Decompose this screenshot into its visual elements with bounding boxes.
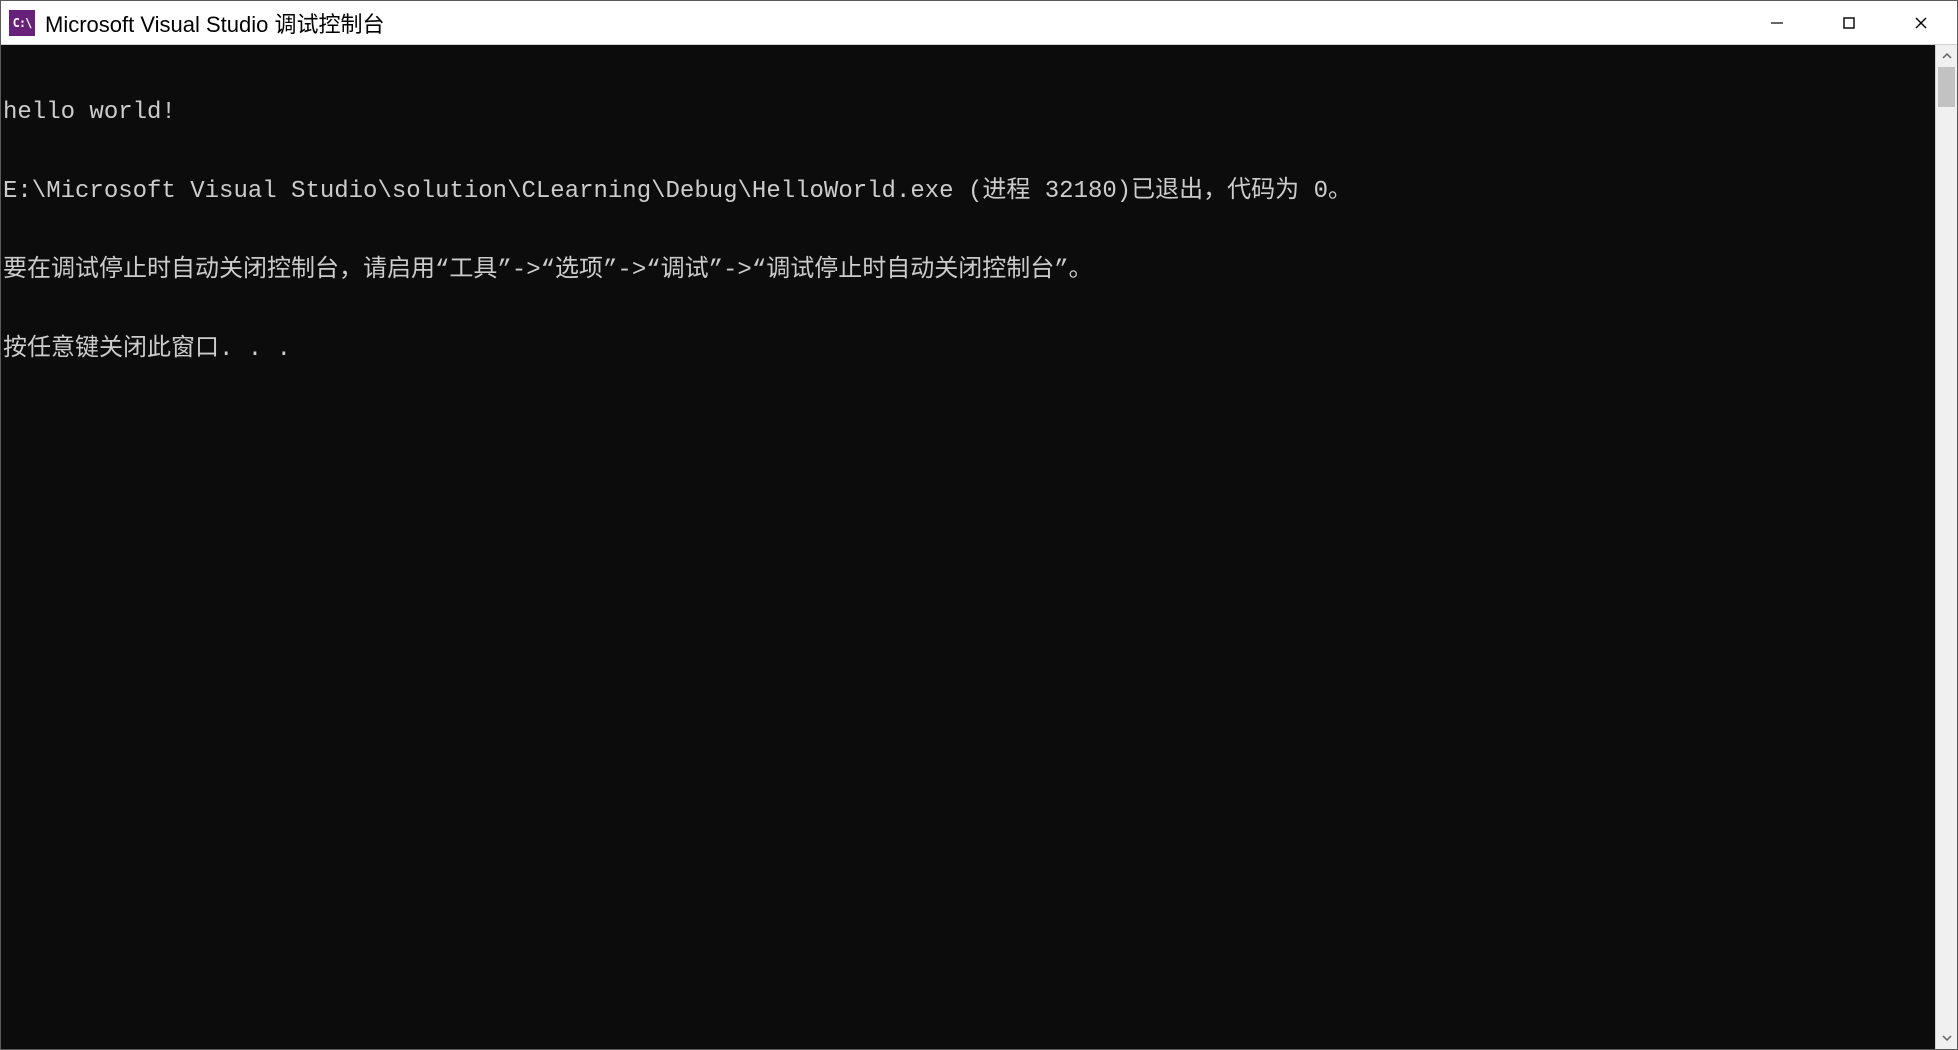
- titlebar: C:\ Microsoft Visual Studio 调试控制台: [1, 1, 1957, 45]
- scrollbar-thumb[interactable]: [1938, 67, 1955, 107]
- minimize-icon: [1769, 15, 1785, 31]
- console-line: E:\Microsoft Visual Studio\solution\CLea…: [3, 179, 1935, 205]
- scroll-up-button[interactable]: [1936, 45, 1957, 67]
- console-area: hello world! E:\Microsoft Visual Studio\…: [1, 45, 1957, 1049]
- window-title: Microsoft Visual Studio 调试控制台: [45, 7, 1741, 39]
- app-icon: C:\: [9, 10, 35, 36]
- chevron-up-icon: [1942, 51, 1952, 61]
- console-line: 要在调试停止时自动关闭控制台，请启用“工具”->“选项”->“调试”->“调试停…: [3, 258, 1935, 284]
- scroll-down-button[interactable]: [1936, 1027, 1957, 1049]
- vertical-scrollbar[interactable]: [1935, 45, 1957, 1049]
- close-icon: [1913, 15, 1929, 31]
- console-line: hello world!: [3, 100, 1935, 126]
- maximize-button[interactable]: [1813, 1, 1885, 44]
- maximize-icon: [1841, 15, 1857, 31]
- window-controls: [1741, 1, 1957, 44]
- scrollbar-track[interactable]: [1936, 67, 1957, 1027]
- console-output[interactable]: hello world! E:\Microsoft Visual Studio\…: [1, 45, 1935, 1049]
- minimize-button[interactable]: [1741, 1, 1813, 44]
- console-line: 按任意键关闭此窗口. . .: [3, 337, 1935, 363]
- close-button[interactable]: [1885, 1, 1957, 44]
- chevron-down-icon: [1942, 1033, 1952, 1043]
